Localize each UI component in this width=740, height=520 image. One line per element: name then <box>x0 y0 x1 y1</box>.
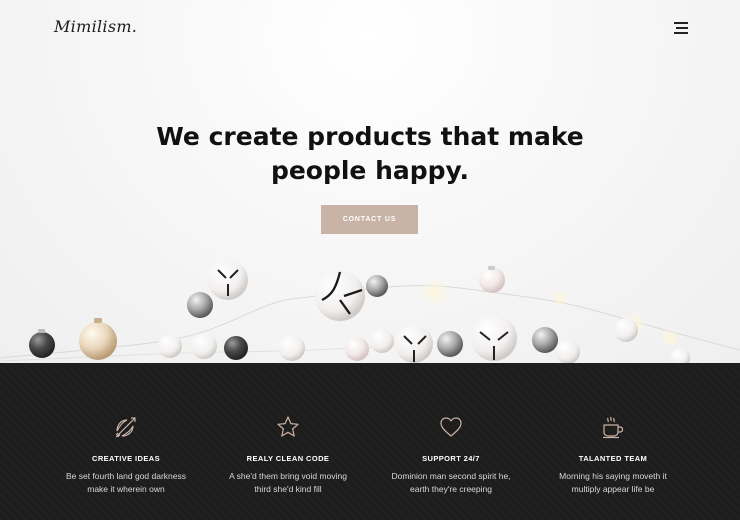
feature-description: Be set fourth land god darkness make it … <box>41 470 211 496</box>
feature-description-line: Be set fourth land god darkness <box>65 471 187 481</box>
heart-icon <box>440 417 462 437</box>
feature-title: SUPPORT 24/7 <box>422 454 480 463</box>
hero-section: Mimilism. We create products that make p… <box>0 0 740 363</box>
contact-us-button[interactable]: CONTACT US <box>321 205 418 234</box>
feature-description-line: A she'd them bring void moving <box>229 471 347 481</box>
feature-title: CREATIVE IDEAS <box>92 454 160 463</box>
feature-description: Morning his saying moveth it multiply ap… <box>528 470 698 496</box>
hero-title-line-2: people happy. <box>270 156 470 185</box>
hamburger-menu-icon[interactable] <box>672 22 688 34</box>
coffee-cup-icon <box>603 416 624 439</box>
feature-description-line: Morning his saying moveth it <box>559 471 667 481</box>
feature-description: Dominion man second spirit he, earth the… <box>366 470 536 496</box>
hero-title: We create products that make people happ… <box>0 120 740 188</box>
feature-title: REALY CLEAN CODE <box>246 454 330 463</box>
hero-title-line-1: We create products that make <box>156 122 584 151</box>
feature-description-line: third she'd kind fill <box>254 484 322 494</box>
feature-description-line: earth they're creeping <box>410 484 492 494</box>
feature-description-line: multiply appear life be <box>571 484 655 494</box>
feature-description: A she'd them bring void moving third she… <box>203 470 373 496</box>
feature-description-line: make it wherein own <box>87 484 165 494</box>
bow-arrow-icon <box>115 417 136 438</box>
features-section: CREATIVE IDEAS Be set fourth land god da… <box>0 363 740 520</box>
christmas-ornaments-decoration <box>0 260 740 363</box>
feature-title: TALANTED TEAM <box>578 454 648 463</box>
star-icon <box>277 416 299 437</box>
feature-description-line: Dominion man second spirit he, <box>391 471 511 481</box>
site-logo[interactable]: Mimilism. <box>54 17 137 36</box>
